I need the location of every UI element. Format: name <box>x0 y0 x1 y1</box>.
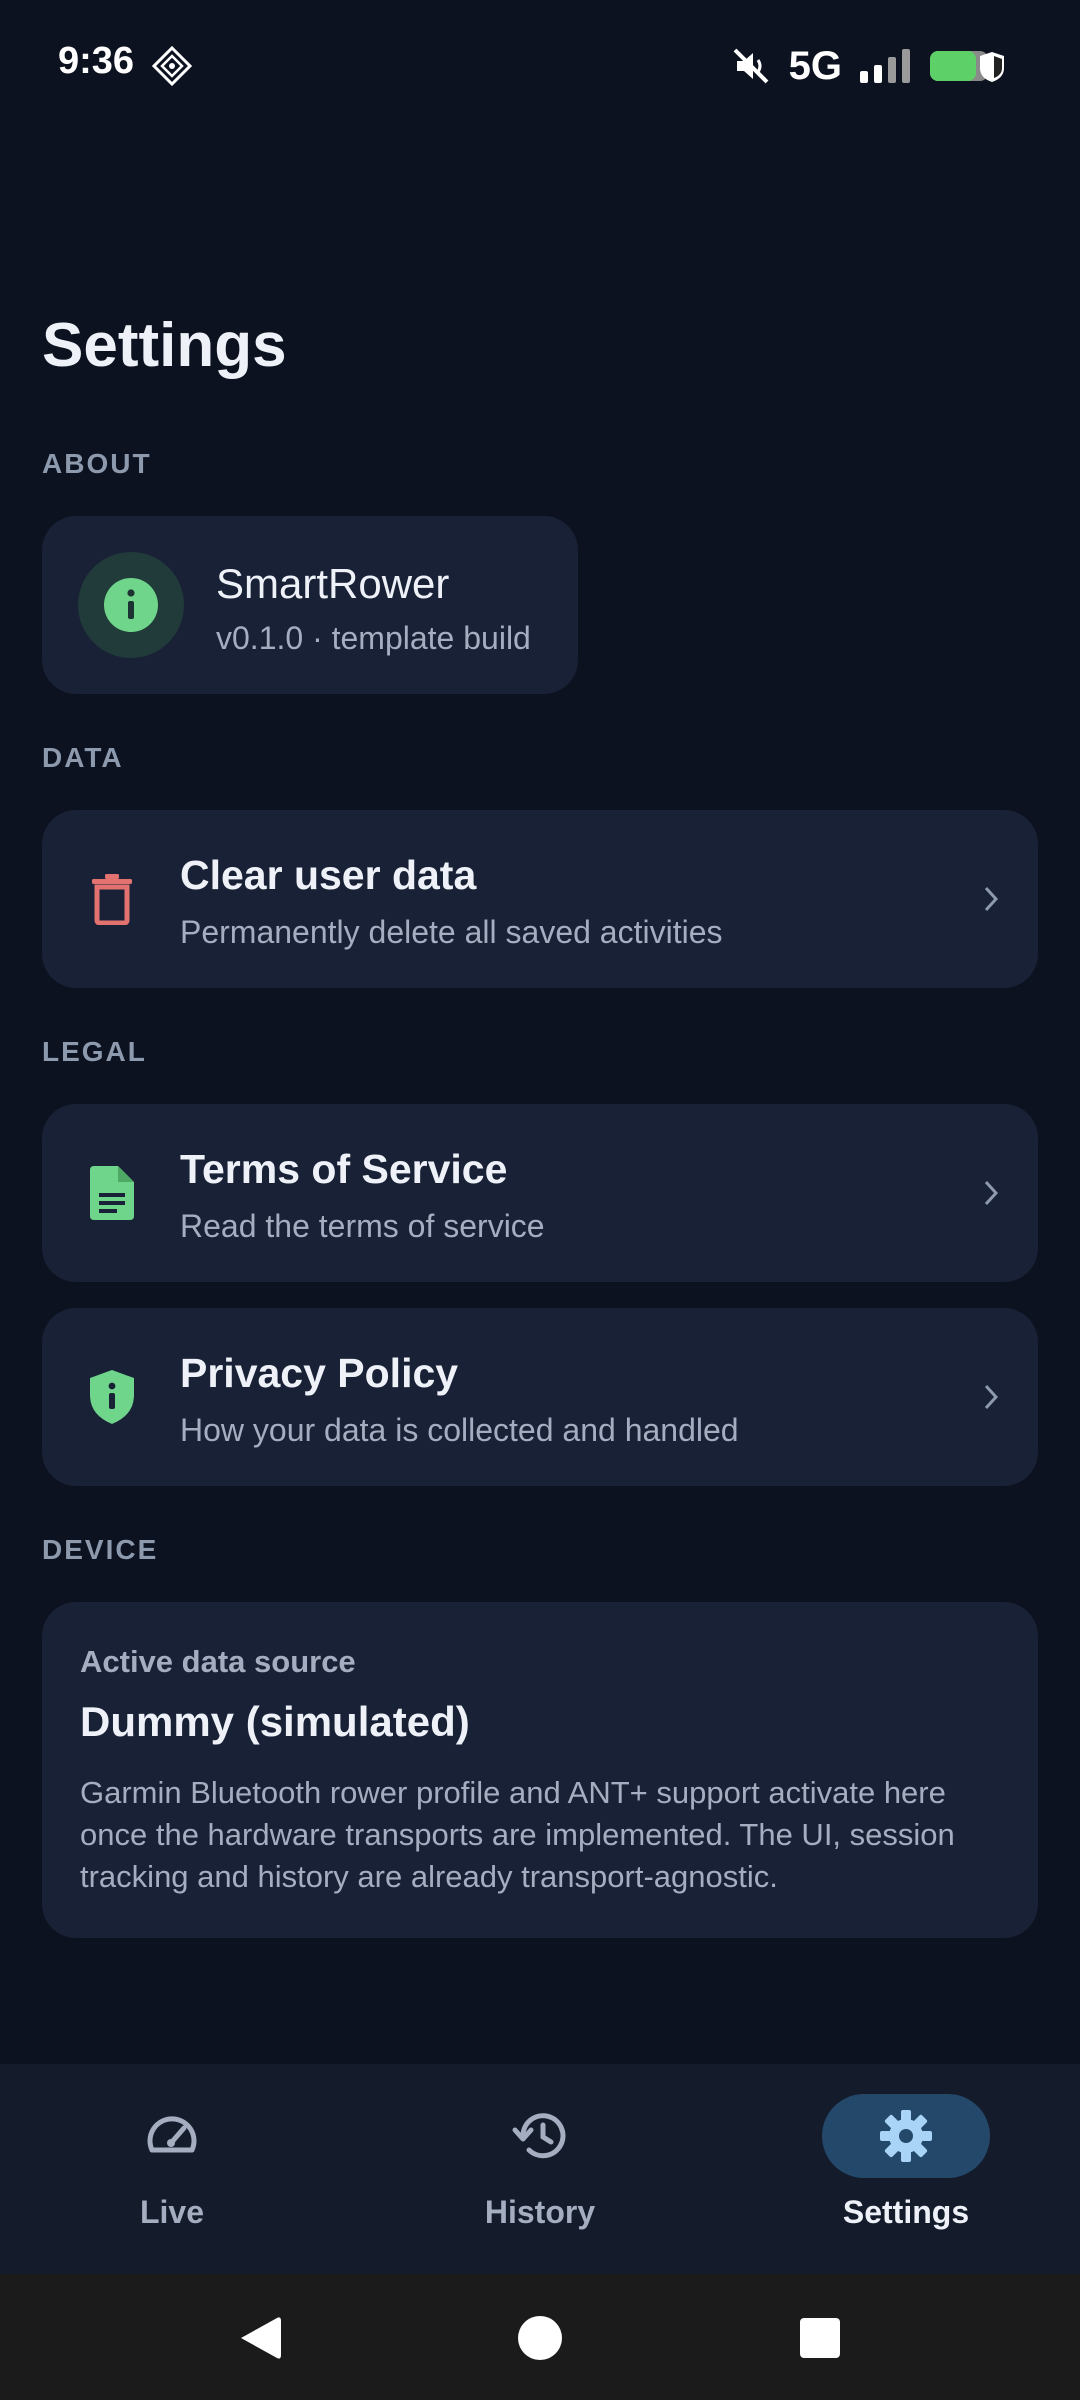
trash-icon <box>92 874 132 925</box>
privacy-policy-title: Privacy Policy <box>180 1350 459 1396</box>
device-source-value: Dummy (simulated) <box>80 1698 470 1745</box>
gear-icon <box>880 2110 932 2162</box>
page-title: Settings <box>42 311 287 380</box>
battery-icon <box>928 48 1008 84</box>
clear-user-data-row[interactable]: Clear user data Permanently delete all s… <box>42 810 1038 988</box>
status-right: 5G <box>731 38 1008 94</box>
nav-item-settings[interactable]: Settings <box>776 2094 1036 2254</box>
nav-label-live: Live <box>139 2194 205 2230</box>
device-description: Garmin Bluetooth rower profile and ANT+ … <box>80 1775 955 1894</box>
nav-pill-settings <box>822 2094 990 2178</box>
nav-pill-live <box>88 2094 256 2178</box>
home-circle-icon <box>518 2316 562 2360</box>
nav-label-settings: Settings <box>842 2194 970 2230</box>
signal-icon <box>860 49 910 83</box>
section-label-about: ABOUT <box>42 448 152 479</box>
nav-item-history[interactable]: History <box>410 2094 670 2254</box>
chevron-right-icon <box>984 886 999 912</box>
shield-info-icon <box>90 1370 134 1424</box>
nav-label-history: History <box>484 2194 596 2230</box>
mute-icon <box>733 48 769 84</box>
about-card: SmartRower v0.1.0 · template build <box>42 516 578 694</box>
terms-of-service-row[interactable]: Terms of Service Read the terms of servi… <box>42 1104 1038 1282</box>
network-type: 5G <box>788 43 842 88</box>
app-name: SmartRower <box>216 560 450 607</box>
history-icon <box>512 2113 566 2159</box>
system-home-button[interactable] <box>512 2310 568 2366</box>
about-icon-badge <box>78 552 184 658</box>
privacy-policy-subtitle: How your data is collected and handled <box>180 1412 739 1448</box>
app-version: v0.1.0 · template build <box>216 620 531 656</box>
section-label-device: DEVICE <box>42 1534 159 1565</box>
device-source-label: Active data source <box>80 1644 356 1679</box>
nav-pill-history <box>456 2094 624 2178</box>
terms-of-service-subtitle: Read the terms of service <box>180 1208 545 1244</box>
info-icon <box>104 578 158 632</box>
nav-item-live[interactable]: Live <box>42 2094 302 2254</box>
speedometer-icon <box>147 2116 197 2153</box>
back-triangle-icon <box>241 2317 281 2359</box>
app-notification-icon <box>152 46 192 86</box>
system-navigation-bar <box>0 2274 1080 2400</box>
settings-screen: 9:36 5G Settings ABOUT SmartRower v0.1.0… <box>0 0 1080 2400</box>
chevron-right-icon <box>984 1384 999 1410</box>
document-icon <box>90 1166 134 1220</box>
system-recents-button[interactable] <box>792 2310 848 2366</box>
clear-user-data-title: Clear user data <box>180 852 477 898</box>
chevron-right-icon <box>984 1180 999 1206</box>
section-label-data: DATA <box>42 742 124 773</box>
status-time: 9:36 <box>58 40 135 82</box>
clear-user-data-subtitle: Permanently delete all saved activities <box>180 914 723 950</box>
status-bar: 9:36 5G <box>0 0 1080 130</box>
section-label-legal: LEGAL <box>42 1036 147 1067</box>
recents-square-icon <box>800 2318 840 2358</box>
terms-of-service-title: Terms of Service <box>180 1146 508 1192</box>
system-back-button[interactable] <box>232 2310 288 2366</box>
privacy-policy-row[interactable]: Privacy Policy How your data is collecte… <box>42 1308 1038 1486</box>
bottom-navigation: Live History Settings <box>0 2064 1080 2274</box>
device-card: Active data source Dummy (simulated) Gar… <box>42 1602 1038 1938</box>
